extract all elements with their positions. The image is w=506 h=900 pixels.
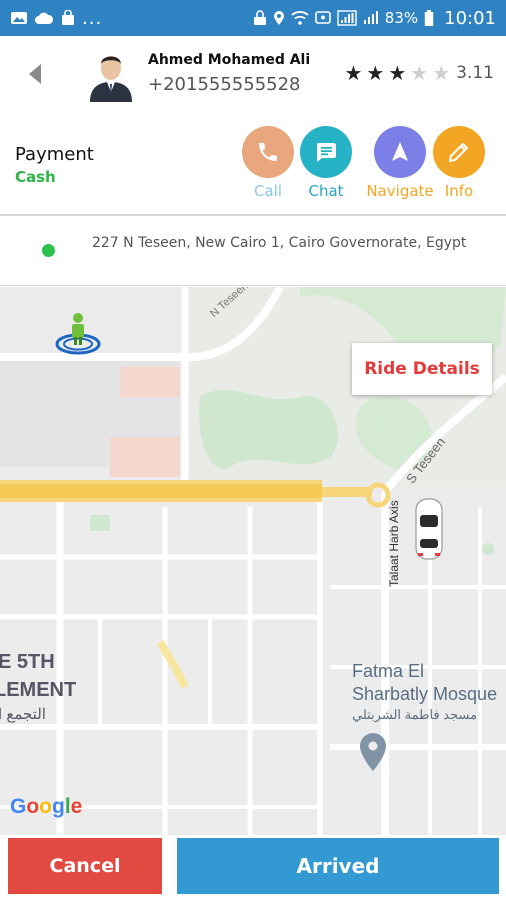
poi-label-line2: Sharbatly Mosque: [352, 684, 498, 704]
poi-label-arabic: مسجد فاطمة الشربتلي: [352, 707, 478, 722]
photo-notification-icon: [11, 12, 27, 24]
pickup-address-bar: 227 N Teseen, New Cairo 1, Cairo Governo…: [0, 218, 506, 286]
poi-label-line1: Fatma El: [352, 661, 425, 681]
status-bar: ... 83% 10:01: [0, 0, 506, 36]
payment-method: Cash: [15, 168, 56, 186]
navigate-circle[interactable]: [374, 126, 426, 178]
pickup-address: 227 N Teseen, New Cairo 1, Cairo Governo…: [92, 235, 467, 251]
star-empty-icon: ★: [432, 61, 451, 85]
google-logo: Google: [10, 795, 83, 818]
info-label: Info: [444, 182, 474, 200]
phone-icon: [259, 143, 277, 161]
signal-sim2-icon: [363, 11, 378, 24]
star-empty-icon: ★: [410, 61, 429, 85]
chat-circle[interactable]: [300, 126, 352, 178]
chat-bubble-icon: [317, 143, 336, 162]
cancel-button[interactable]: Cancel: [8, 838, 162, 894]
clock: 10:01: [444, 7, 496, 29]
navigate-label: Navigate: [366, 182, 434, 200]
call-button[interactable]: Call: [240, 126, 296, 200]
navigate-button[interactable]: Navigate: [365, 126, 435, 200]
star-icon: ★: [344, 61, 363, 85]
call-circle[interactable]: [242, 126, 294, 178]
driver-phone: +201555555528: [148, 74, 301, 95]
wifi-icon: [291, 11, 309, 25]
arrived-button[interactable]: Arrived: [177, 838, 499, 894]
back-arrow-icon[interactable]: [25, 62, 47, 86]
driver-name: Ahmed Mohamed Ali: [148, 52, 311, 68]
location-icon: [273, 11, 284, 25]
chat-button[interactable]: Chat: [298, 126, 354, 200]
chat-label: Chat: [308, 182, 344, 200]
status-bar-left: ...: [10, 8, 102, 29]
star-icon: ★: [366, 61, 385, 85]
info-circle[interactable]: [433, 126, 485, 178]
pencil-icon: [449, 143, 468, 162]
driver-rating: ★ ★ ★ ★ ★ 3.11: [344, 63, 494, 83]
bottom-action-bar: Cancel Arrived: [0, 835, 506, 900]
signal-sim1-icon: [337, 10, 357, 26]
pickup-dot-icon: [42, 244, 55, 257]
car-icon: [415, 498, 443, 560]
battery-icon: [424, 9, 434, 26]
more-notifications-text: ...: [82, 7, 103, 29]
cloud-icon: [35, 12, 54, 24]
area-label-line2: LEMENT: [0, 679, 77, 701]
area-label-line1: E 5TH: [0, 651, 55, 673]
rating-value: 3.11: [456, 63, 494, 83]
shopping-bag-icon: [62, 10, 74, 25]
message-icon: [314, 11, 331, 24]
driver-avatar: [90, 56, 132, 102]
map-view[interactable]: N Teseen S Teseen Talaat Harb Axis E 5TH…: [0, 287, 506, 835]
ride-details-button[interactable]: Ride Details: [352, 343, 492, 395]
navigation-arrow-icon: [392, 142, 408, 161]
driver-header: Ahmed Mohamed Ali +201555555528 ★ ★ ★ ★ …: [0, 36, 506, 114]
payment-actions-row: Payment Cash Call Chat Navigate Info: [0, 114, 506, 216]
area-label-arabic: التجمع ا: [0, 706, 46, 723]
lock-icon: [253, 10, 266, 25]
street-label-talaat-harb: Talaat Harb Axis: [387, 500, 401, 587]
star-icon: ★: [388, 61, 407, 85]
payment-label: Payment: [15, 144, 94, 165]
battery-percent: 83%: [384, 9, 419, 27]
call-label: Call: [253, 182, 282, 200]
status-bar-right: 83% 10:01: [253, 8, 496, 29]
info-button[interactable]: Info: [431, 126, 487, 200]
